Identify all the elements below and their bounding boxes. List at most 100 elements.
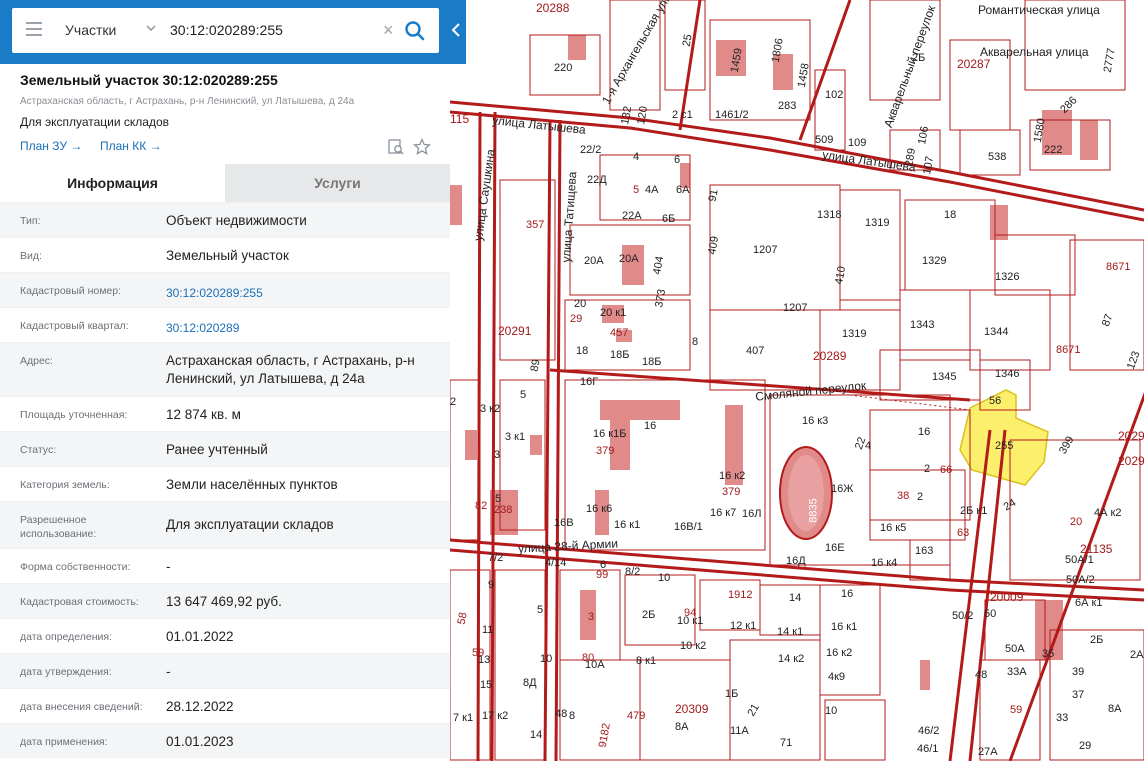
parcel-label: 35 [1042, 648, 1055, 660]
parcel-label: 18 [944, 209, 957, 221]
chevron-down-icon[interactable] [146, 23, 156, 33]
parcel-label: 18Б [610, 349, 630, 361]
parcel-label: 16 [644, 420, 657, 432]
parcel-label: 14 [789, 592, 802, 604]
parcel-label: 102 [825, 89, 844, 101]
attr-label: Форма собственности: [20, 561, 131, 573]
parcel-label: 16 к2 [719, 470, 746, 482]
search-header: Участки 30:12:020289:255 × [0, 0, 466, 64]
attr-label: дата утверждения: [20, 666, 112, 678]
attr-label: Категория земель: [20, 479, 110, 491]
attr-row-entry-date: дата внесения сведений: 28.12.2022 [0, 688, 450, 723]
parcel-label: 1343 [910, 319, 935, 331]
parcel-label: 58 [455, 611, 470, 626]
map-canvas[interactable] [450, 0, 1144, 761]
search-icon[interactable] [402, 18, 428, 44]
parcel-label: 5 [537, 604, 544, 616]
attr-value: Земельный участок [166, 248, 289, 263]
parcel-label: 2Б к1 [960, 505, 988, 517]
parcel-label: 29 [1079, 740, 1092, 752]
parcel-label: 407 [746, 345, 765, 357]
parcel-label: 13 [478, 654, 491, 666]
parcel-label: 16Е [825, 542, 845, 554]
parcel-label: 50А/2 [1066, 574, 1095, 586]
parcel-label: 99 [596, 569, 609, 581]
attr-label: Кадастровая стоимость: [20, 596, 139, 608]
parcel-label: 1207 [783, 302, 808, 314]
parcel-label: 2Б [912, 52, 926, 64]
parcel-label: 22Д [587, 174, 607, 186]
parcel-label: 16В/1 [674, 521, 703, 533]
attr-value: 01.01.2022 [166, 629, 234, 644]
parcel-label: 1344 [984, 326, 1009, 338]
parcel-label: 16Л [742, 508, 762, 520]
parcel-label: 16Ж [831, 483, 854, 495]
parcel-label: 357 [526, 219, 545, 231]
plan-zu-link[interactable]: План ЗУ → [20, 139, 82, 153]
parcel-label: 27А [978, 746, 998, 758]
parcel-label: 8671 [1106, 261, 1131, 273]
parcel-label: 10А [585, 659, 605, 671]
attr-row-ownership: Форма собственности: - [0, 548, 450, 583]
search-input[interactable]: 30:12:020289:255 [170, 8, 283, 53]
cadastral-map[interactable]: улица Латышева улица Латышева улица Сауш… [450, 0, 1144, 761]
parcel-label: 5 [520, 389, 527, 401]
cadastral-quarter-link[interactable]: 30:12:020289 [166, 319, 436, 337]
parcel-label: 1329 [922, 255, 947, 267]
plan-kk-link[interactable]: План КК → [100, 139, 162, 153]
collapse-panel-icon[interactable] [447, 17, 465, 43]
parcel-label: 8Д [523, 677, 537, 689]
parcel-label: 16 к1 [614, 519, 641, 531]
parcel-label: 509 [815, 134, 834, 146]
parcel-label: 8А [1108, 703, 1122, 715]
parcel-label: 8 к1 [636, 655, 657, 667]
document-search-icon[interactable] [387, 138, 405, 156]
parcel-label: 238 [494, 504, 513, 516]
attr-row-type: Тип: Объект недвижимости [0, 202, 450, 237]
parcel-label: 33 [1056, 712, 1069, 724]
parcel-label: 16 к4 [871, 557, 898, 569]
parcel-label: 14 к2 [778, 653, 805, 665]
block-20289: 20289 [813, 349, 847, 363]
block-20291: 20291 [498, 324, 532, 338]
parcel-label: 50А/1 [1065, 554, 1094, 566]
object-type-select[interactable]: Участки [65, 8, 116, 53]
parcel-label: 16 к3 [802, 415, 829, 427]
parcel-label: 4/14 [545, 557, 567, 569]
parcel-label: 222 [1044, 144, 1063, 156]
attr-value: Объект недвижимости [166, 213, 307, 228]
parcel-label: 46/2 [918, 725, 940, 737]
parcel-label: 379 [722, 486, 741, 498]
parcel-label: 2 [917, 491, 924, 503]
parcel-label: 8/2 [625, 566, 641, 578]
attr-value: Ранее учтенный [166, 442, 268, 457]
parcel-label: 10 [825, 705, 838, 717]
attr-row-determination-date: дата определения: 01.01.2022 [0, 618, 450, 653]
parcel-label: 50/2 [952, 610, 974, 622]
parcel-label: 14 к1 [777, 626, 804, 638]
parcel-label: 7/2 [488, 552, 504, 564]
attr-label: Разрешенное использование: [20, 514, 97, 540]
parcel-label: 3 к1 [505, 431, 526, 443]
attr-row-address: Адрес: Астраханская область, г Астрахань… [0, 342, 450, 396]
attr-value: 28.12.2022 [166, 699, 234, 714]
parcel-label: 14 [530, 729, 543, 741]
cadastral-number-link[interactable]: 30:12:020289:255 [166, 284, 436, 302]
menu-icon[interactable] [26, 22, 44, 38]
attribute-list: Тип: Объект недвижимости Вид: Земельный … [0, 202, 450, 758]
attr-row-land-category: Категория земель: Земли населённых пункт… [0, 466, 450, 501]
tab-services[interactable]: Услуги [225, 164, 450, 202]
parcel-label: 10 [658, 572, 671, 584]
tab-info[interactable]: Информация [0, 164, 225, 202]
parcel-label: 12 к1 [730, 620, 757, 632]
clear-icon[interactable]: × [383, 21, 397, 39]
attr-value: 12 874 кв. м [166, 407, 241, 422]
attr-label: дата определения: [20, 631, 113, 643]
star-icon[interactable] [413, 138, 431, 156]
parcel-label: 220 [554, 62, 573, 74]
parcel-label: 66 [940, 464, 953, 476]
attr-label: Кадастровый номер: [20, 285, 122, 297]
parcel-label: 1461/2 [715, 109, 749, 121]
attr-label: Вид: [20, 250, 42, 262]
block-20287: 20287 [957, 57, 991, 71]
